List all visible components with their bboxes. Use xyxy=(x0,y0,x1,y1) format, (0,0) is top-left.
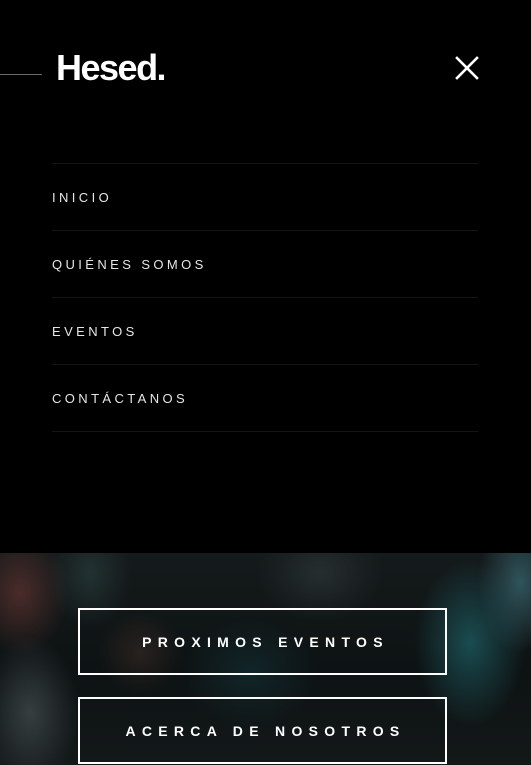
page: PROXIMOS EVENTOS ACERCA DE NOSOTROS Hese… xyxy=(0,0,531,765)
nav-item-label: CONTÁCTANOS xyxy=(52,390,189,406)
nav-item-eventos[interactable]: EVENTOS xyxy=(52,298,478,365)
nav-item-contactanos[interactable]: CONTÁCTANOS xyxy=(52,365,478,432)
acerca-de-nosotros-label: ACERCA DE NOSOTROS xyxy=(125,722,406,739)
nav-item-label: EVENTOS xyxy=(52,323,138,339)
main-navigation: INICIO QUIÉNES SOMOS EVENTOS CONTÁCTANOS xyxy=(52,163,478,432)
nav-item-quienes-somos[interactable]: QUIÉNES SOMOS xyxy=(52,231,478,298)
proximos-eventos-button[interactable]: PROXIMOS EVENTOS xyxy=(78,608,447,675)
nav-item-inicio[interactable]: INICIO xyxy=(52,164,478,231)
acerca-de-nosotros-button[interactable]: ACERCA DE NOSOTROS xyxy=(78,697,447,764)
close-icon xyxy=(455,56,479,80)
logo-divider-line xyxy=(0,74,42,75)
mobile-menu-overlay: Hesed. INICIO QUIÉNES SOMOS EVENTOS CONT… xyxy=(0,0,531,553)
nav-item-label: QUIÉNES SOMOS xyxy=(52,256,207,272)
proximos-eventos-label: PROXIMOS EVENTOS xyxy=(142,633,389,650)
logo[interactable]: Hesed. xyxy=(56,46,167,90)
close-menu-button[interactable] xyxy=(454,55,480,81)
nav-item-label: INICIO xyxy=(52,189,113,205)
